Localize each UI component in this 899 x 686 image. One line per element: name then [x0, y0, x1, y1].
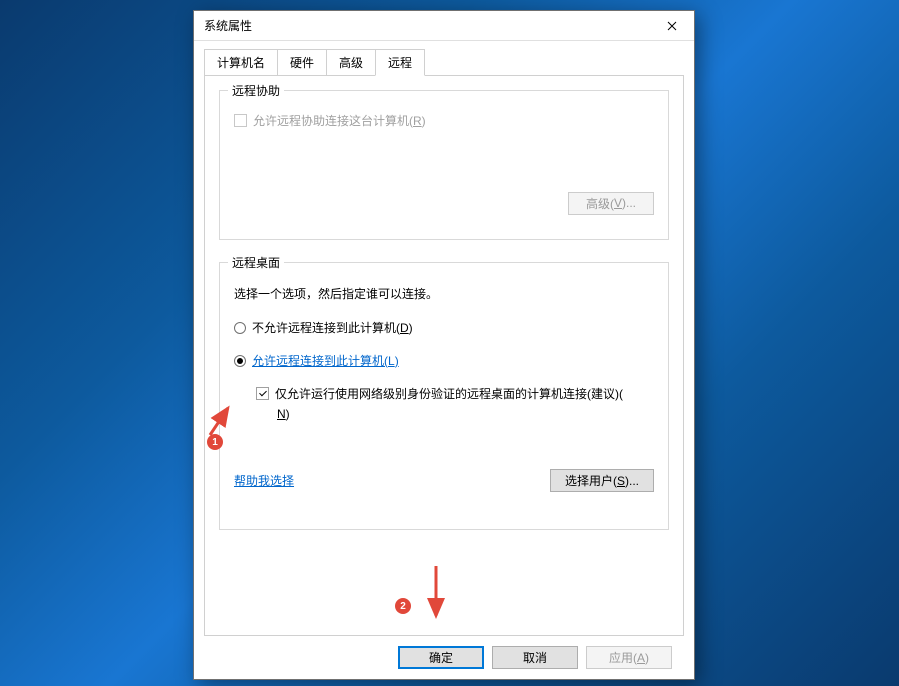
- remote-desktop-bottom-row: 帮助我选择 选择用户(S)...: [234, 469, 654, 492]
- nla-checkbox[interactable]: [256, 387, 269, 400]
- annotation-badge-2: 2: [395, 598, 411, 614]
- nla-block: 仅允许运行使用网络级别身份验证的远程桌面的计算机连接(建议)( N): [256, 386, 654, 424]
- annotation-arrow-2: [426, 564, 446, 624]
- cancel-button[interactable]: 取消: [492, 646, 578, 669]
- remote-assist-adv-row: 高级(V)...: [234, 192, 654, 215]
- titlebar[interactable]: 系统属性: [194, 11, 694, 41]
- group-remote-assist-title: 远程协助: [228, 82, 284, 99]
- apply-button[interactable]: 应用(A): [586, 646, 672, 669]
- radio-allow[interactable]: [234, 355, 246, 367]
- radio-deny-text: 不允许远程连接到此计算机(D): [252, 320, 413, 337]
- allow-remote-assist-text: 允许远程协助连接这台计算机(R): [253, 113, 426, 130]
- ok-button[interactable]: 确定: [398, 646, 484, 669]
- group-remote-assist: 远程协助 允许远程协助连接这台计算机(R) 高级(V)...: [219, 90, 669, 240]
- tab-advanced[interactable]: 高级: [326, 49, 376, 76]
- radio-deny[interactable]: [234, 322, 246, 334]
- radio-deny-label[interactable]: 不允许远程连接到此计算机(D): [234, 320, 654, 337]
- annotation-arrow-1: [172, 390, 232, 440]
- nla-label[interactable]: 仅允许运行使用网络级别身份验证的远程桌面的计算机连接(建议)(: [256, 386, 654, 403]
- tab-panel-remote: 远程协助 允许远程协助连接这台计算机(R) 高级(V)... 远程桌面 选择一个…: [204, 75, 684, 636]
- dialog-button-bar: 确定 取消 应用(A): [204, 636, 684, 669]
- tab-computer-name[interactable]: 计算机名: [204, 49, 278, 76]
- remote-desktop-instruction: 选择一个选项，然后指定谁可以连接。: [234, 285, 654, 302]
- dialog-title: 系统属性: [204, 17, 252, 34]
- nla-text: 仅允许运行使用网络级别身份验证的远程桌面的计算机连接(建议)(: [275, 386, 623, 403]
- allow-remote-assist-label[interactable]: 允许远程协助连接这台计算机(R): [234, 113, 654, 130]
- allow-remote-assist-checkbox[interactable]: [234, 114, 247, 127]
- tab-strip: 计算机名 硬件 高级 远程: [204, 49, 684, 76]
- annotation-badge-1: 1: [207, 434, 223, 450]
- nla-hotkey-line: N): [277, 406, 654, 423]
- select-users-button[interactable]: 选择用户(S)...: [550, 469, 654, 492]
- remote-assist-advanced-button[interactable]: 高级(V)...: [568, 192, 654, 215]
- tab-remote[interactable]: 远程: [375, 49, 425, 76]
- close-button[interactable]: [649, 11, 694, 41]
- radio-allow-label[interactable]: 允许远程连接到此计算机(L): [234, 353, 654, 370]
- group-remote-desktop: 远程桌面 选择一个选项，然后指定谁可以连接。 不允许远程连接到此计算机(D) 允…: [219, 262, 669, 530]
- radio-allow-text: 允许远程连接到此计算机(L): [252, 353, 399, 370]
- help-me-choose-link[interactable]: 帮助我选择: [234, 472, 294, 489]
- tab-hardware[interactable]: 硬件: [277, 49, 327, 76]
- group-remote-desktop-title: 远程桌面: [228, 254, 284, 271]
- close-icon: [667, 21, 677, 31]
